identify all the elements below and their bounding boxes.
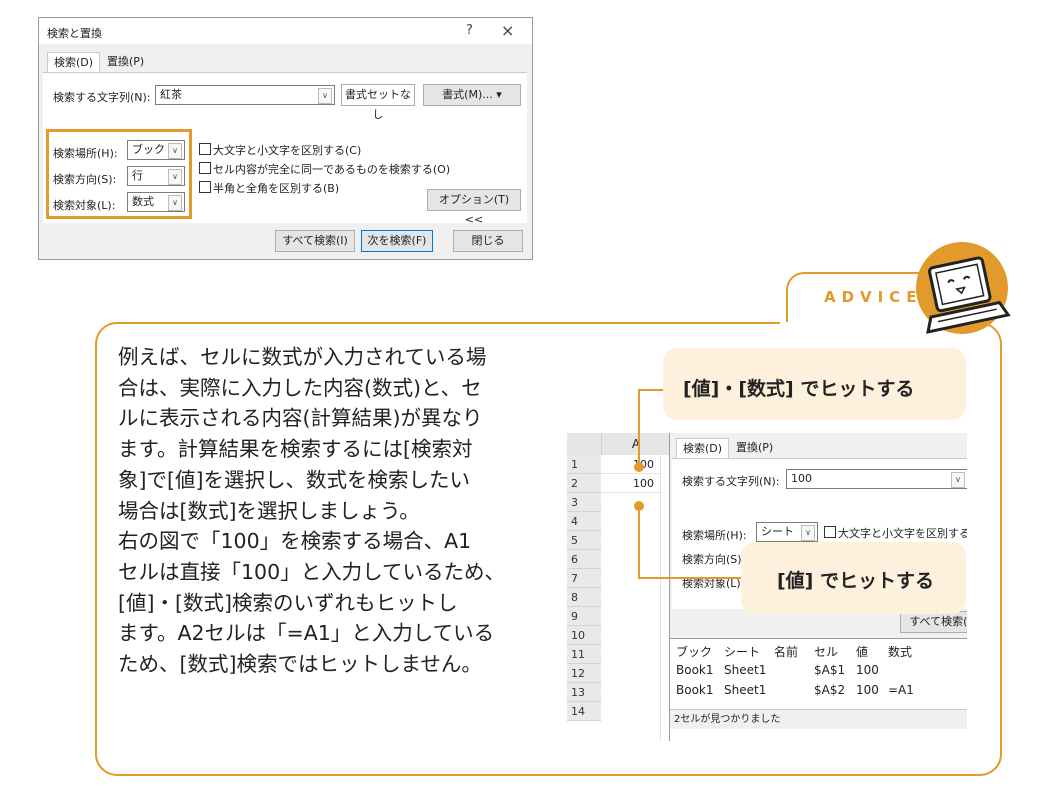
find-replace-dialog: 検索と置換 ? × 検索(D) 置換(P) 検索する文字列(N): 紅茶 ∨ 書… (38, 17, 533, 260)
row-number[interactable]: 9 (567, 607, 601, 626)
result-header-cell[interactable]: セル (814, 643, 838, 660)
find-what-input[interactable]: 100 ∨ (786, 469, 967, 489)
callout-both: [値]・[数式] でヒットする (663, 348, 966, 420)
no-format-button[interactable]: 書式セットなし (341, 84, 415, 121)
row-number[interactable]: 1 (567, 455, 601, 474)
row-number[interactable]: 12 (567, 664, 601, 683)
row-number[interactable]: 3 (567, 493, 601, 512)
result-header-sheet[interactable]: シート (724, 643, 760, 660)
row-number[interactable]: 4 (567, 512, 601, 531)
tab-find[interactable]: 検索(D) (47, 52, 101, 73)
results-list: ブック シート 名前 セル 値 数式 Book1 Sheet1 $A$1 100… (669, 638, 967, 741)
format-button[interactable]: 書式(M)... ▾ (423, 84, 521, 106)
within-value: シート (761, 525, 794, 538)
row-number[interactable]: 7 (567, 569, 601, 588)
find-all-button[interactable]: すべて検索(I) (275, 230, 355, 252)
result-value[interactable]: 100 (856, 663, 879, 677)
callout-value-only: [値] でヒットする (741, 542, 966, 614)
match-case-checkbox[interactable] (199, 143, 211, 155)
row-number[interactable]: 2 (567, 474, 601, 493)
help-icon[interactable]: ? (466, 23, 473, 38)
advice-line: ルに表示される内容(計算結果)が異なり (118, 406, 483, 431)
result-header-book[interactable]: ブック (676, 643, 712, 660)
row-number[interactable]: 14 (567, 702, 601, 721)
options-button[interactable]: オプション(T) << (427, 189, 521, 226)
find-what-value: 紅茶 (160, 88, 182, 101)
select-all-corner[interactable] (567, 433, 601, 455)
advice-line: 場合は[数式]を選択しましょう。 (118, 498, 420, 523)
result-header-formula[interactable]: 数式 (888, 643, 912, 660)
chevron-down-icon[interactable]: ∨ (801, 525, 815, 541)
result-value[interactable]: 100 (856, 683, 879, 697)
result-cell[interactable]: $A$1 (814, 663, 845, 677)
advice-line: 象]で[値]を選択し、数式を検索したい (118, 467, 470, 492)
status-bar: 2セルが見つかりました (670, 709, 967, 729)
dropdown-arrow-icon: ▾ (496, 88, 502, 101)
result-sheet[interactable]: Sheet1 (724, 683, 766, 697)
match-entire-label: セル内容が完全に同一であるものを検索する(O) (213, 163, 451, 176)
match-byte-checkbox[interactable] (199, 181, 211, 193)
laptop-mascot-icon (916, 242, 1011, 334)
row-number[interactable]: 6 (567, 550, 601, 569)
a1-marker-dot (634, 462, 644, 472)
find-what-value: 100 (791, 472, 812, 485)
match-case-checkbox[interactable] (824, 526, 836, 538)
row-number[interactable]: 11 (567, 645, 601, 664)
dialog-title: 検索と置換 (47, 27, 102, 40)
find-what-label: 検索する文字列(N): (682, 475, 780, 488)
highlight-box (46, 129, 192, 219)
tab-find[interactable]: 検索(D) (676, 438, 730, 459)
chevron-down-icon[interactable]: ∨ (951, 472, 965, 488)
format-button-label: 書式(M)... (442, 88, 493, 101)
match-entire-checkbox[interactable] (199, 162, 211, 174)
advice-body: 例えば、セルに数式が入力されている場 合は、実際に入力した内容(数式)と、セ ル… (118, 342, 558, 680)
chevron-down-icon[interactable]: ∨ (318, 88, 332, 104)
result-header-value[interactable]: 値 (856, 643, 868, 660)
find-what-input[interactable]: 紅茶 ∨ (155, 85, 335, 105)
within-select[interactable]: シート ∨ (756, 522, 818, 542)
find-all-button[interactable]: すべて検索(I (900, 611, 967, 633)
result-book[interactable]: Book1 (676, 683, 714, 697)
result-sheet[interactable]: Sheet1 (724, 663, 766, 677)
advice-line: ます。計算結果を検索するには[検索対 (118, 437, 473, 462)
advice-line: ます。A2セルは「=A1」と入力している (118, 621, 495, 646)
tab-replace[interactable]: 置換(P) (101, 52, 150, 72)
result-header-name[interactable]: 名前 (774, 643, 798, 660)
find-panel: 検索する文字列(N): 紅茶 ∨ 書式セットなし 書式(M)... ▾ 検索場所… (43, 72, 527, 226)
dialog-titlebar: 検索と置換 ? × (39, 18, 532, 44)
row-number[interactable]: 10 (567, 626, 601, 645)
close-button[interactable]: 閉じる (453, 230, 523, 252)
result-cell[interactable]: $A$2 (814, 683, 845, 697)
row-number[interactable]: 5 (567, 531, 601, 550)
advice-line: 合は、実際に入力した内容(数式)と、セ (118, 375, 482, 400)
match-byte-label: 半角と全角を区別する(B) (213, 182, 340, 195)
advice-line: セルは直接「100」と入力しているため、 (118, 559, 506, 584)
result-book[interactable]: Book1 (676, 663, 714, 677)
connector-line-both (638, 389, 666, 471)
tab-replace[interactable]: 置換(P) (736, 438, 773, 458)
find-next-button[interactable]: 次を検索(F) (361, 230, 433, 252)
match-case-label: 大文字と小文字を区別する(C (838, 527, 967, 540)
result-formula[interactable]: =A1 (888, 683, 914, 697)
match-case-label: 大文字と小文字を区別する(C) (213, 144, 362, 157)
row-number[interactable]: 8 (567, 588, 601, 607)
advice-line: ため、[数式]検索ではヒットしません。 (118, 652, 482, 677)
cell-a2[interactable]: 100 (601, 474, 661, 493)
advice-label: ADVICE (824, 288, 923, 306)
advice-line: [値]・[数式]検索のいずれもヒットし (118, 590, 458, 615)
advice-line: 右の図で「100」を検索する場合、A1 (118, 529, 472, 554)
advice-line: 例えば、セルに数式が入力されている場 (118, 345, 487, 369)
find-what-label: 検索する文字列(N): (53, 91, 151, 104)
close-icon[interactable]: × (501, 21, 514, 40)
row-number[interactable]: 13 (567, 683, 601, 702)
a2-marker-dot (634, 501, 644, 511)
